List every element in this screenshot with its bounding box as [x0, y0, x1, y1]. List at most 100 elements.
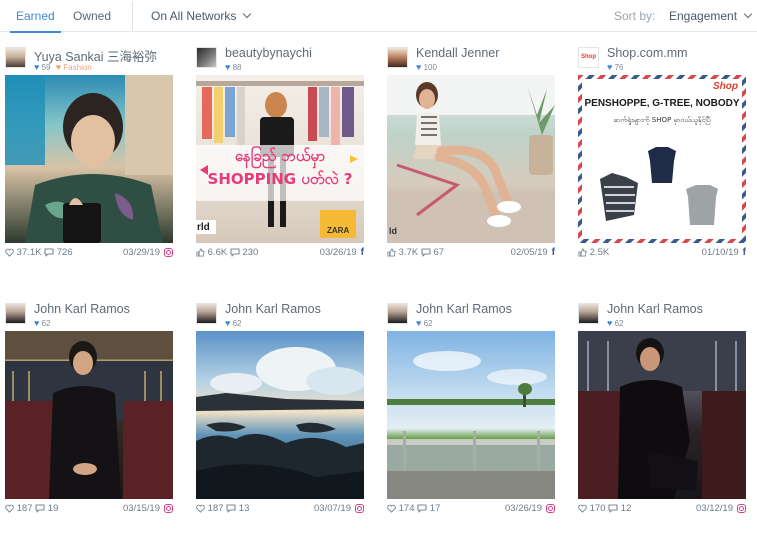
avatar[interactable] [196, 303, 217, 324]
heart-icon: ♥ [34, 62, 40, 72]
heart-icon: ♥ [416, 62, 422, 72]
heart-icon: ♥ [416, 318, 422, 328]
avatar[interactable]: Shop [578, 47, 599, 68]
category-tag: Fashion [63, 63, 92, 72]
corner-text: rld [197, 222, 210, 233]
heart-icon: ♥ [607, 318, 613, 328]
avatar[interactable] [5, 47, 26, 68]
like-count: 187 [207, 503, 224, 514]
post-subline: ဆက်ရှုံးများကို SHOP မှာဝယ်ယူနိုင်ပြီ [613, 116, 711, 124]
divider [132, 2, 133, 30]
post-image[interactable]: Shop PENSHOPPE, G-TREE, NOBODY ဆက်ရှုံးမ… [578, 75, 746, 243]
post-image[interactable]: ld [387, 75, 555, 243]
instagram-icon[interactable] [737, 503, 746, 513]
comment-count: 12 [620, 503, 632, 514]
facebook-icon[interactable]: f [361, 247, 364, 258]
author-meta: ♥ 59 ♥ Fashion [34, 62, 92, 72]
instagram-icon[interactable] [355, 503, 364, 513]
comment-icon [230, 248, 240, 257]
heart-icon: ♥ [225, 318, 231, 328]
shop-logo: Shop [713, 81, 738, 92]
follower-count: 62 [614, 319, 624, 328]
comment-count: 19 [47, 503, 59, 514]
sort-label: Sort by: [614, 9, 656, 23]
filter-bar: Earned Owned On All Networks Sort by: En… [0, 0, 757, 33]
post-date: 03/07/19 [314, 503, 351, 514]
author-meta: ♥ 62 [607, 318, 623, 328]
post-stats: 174 17 03/26/19 [387, 501, 555, 517]
post-image[interactable] [5, 75, 173, 243]
follower-count: 62 [423, 319, 433, 328]
post-image-art [578, 331, 746, 499]
author-name[interactable]: Shop.com.mm [607, 46, 688, 60]
avatar[interactable] [5, 303, 26, 324]
heart-outline-icon [5, 248, 14, 257]
avatar[interactable] [196, 47, 217, 68]
tab-owned[interactable]: Owned [73, 0, 111, 32]
comment-count: 230 [242, 247, 259, 258]
facebook-icon[interactable]: f [743, 247, 746, 258]
post-author: John Karl Ramos ♥ 62 [387, 301, 555, 329]
author-meta: ♥ 62 [225, 318, 241, 328]
author-meta: ♥ 88 [225, 62, 241, 72]
comment-icon [44, 248, 54, 257]
avatar-logo-text: Shop [581, 54, 596, 60]
post-image-art [196, 347, 364, 499]
heart-icon: ♥ [34, 318, 40, 328]
author-name[interactable]: John Karl Ramos [34, 302, 130, 316]
sort-value: Engagement [669, 9, 738, 23]
thumbs-up-icon [196, 248, 205, 257]
corner-text: ld [389, 226, 397, 236]
post-card[interactable]: Shop Shop.com.mm ♥ 76 Shop PENSHOPPE, G-… [578, 45, 746, 261]
heart-outline-icon [196, 504, 205, 513]
like-count: 174 [398, 503, 415, 514]
thumbs-up-icon [578, 248, 587, 257]
post-image-art [5, 331, 173, 499]
post-image[interactable]: နေခြည် ဘယ်မှာ SHOPPING ပတ်လဲ ? ZARA rld [196, 75, 364, 243]
avatar[interactable] [387, 47, 408, 68]
author-name[interactable]: John Karl Ramos [225, 302, 321, 316]
follower-count: 62 [41, 319, 51, 328]
post-date: 03/26/19 [505, 503, 542, 514]
post-date: 01/10/19 [701, 247, 739, 259]
author-meta: ♥ 62 [416, 318, 432, 328]
author-name[interactable]: John Karl Ramos [607, 302, 703, 316]
comment-icon [226, 504, 236, 513]
facebook-icon[interactable]: f [552, 247, 555, 258]
heart-icon: ♥ [607, 62, 613, 72]
network-filter-dropdown[interactable]: On All Networks [151, 0, 252, 32]
post-card[interactable]: beautybynaychi ♥ 88 နေခြည် ဘယ်မှာ SHOPPI… [196, 45, 364, 261]
post-card[interactable]: John Karl Ramos ♥ 62 187 19 03/15/19 [5, 301, 173, 517]
author-meta: ♥ 100 [416, 62, 437, 72]
post-card[interactable]: John Karl Ramos ♥ 62 174 17 03/26/19 [387, 301, 555, 517]
post-image[interactable] [387, 331, 555, 499]
post-card[interactable]: John Karl Ramos ♥ 62 187 13 03/07/19 [196, 301, 364, 517]
follower-count: 88 [232, 63, 242, 72]
post-image[interactable] [196, 331, 364, 499]
author-name[interactable]: beautybynaychi [225, 46, 312, 60]
author-name[interactable]: John Karl Ramos [416, 302, 512, 316]
instagram-icon[interactable] [164, 503, 173, 513]
instagram-icon[interactable] [546, 503, 555, 513]
post-image[interactable] [578, 331, 746, 499]
comment-count: 13 [238, 503, 250, 514]
avatar[interactable] [578, 303, 599, 324]
post-date: 03/26/19 [319, 247, 357, 259]
post-card[interactable]: Yuya Sankai 三海裕弥 ♥ 59 ♥ Fashion 37.1K 72… [5, 45, 173, 261]
instagram-icon[interactable] [164, 247, 173, 257]
post-author: Kendall Jenner ♥ 100 [387, 45, 555, 73]
tab-earned[interactable]: Earned [10, 0, 61, 33]
post-card[interactable]: Kendall Jenner ♥ 100 ld 3.7K 67 02/05/19… [387, 45, 555, 261]
post-stats: 2.5K 01/10/19 f [578, 245, 746, 261]
comment-icon [417, 504, 427, 513]
post-image[interactable] [5, 331, 173, 499]
heart-outline-icon [387, 504, 396, 513]
sort-dropdown[interactable]: Engagement [669, 0, 753, 32]
post-card[interactable]: John Karl Ramos ♥ 62 170 12 03/12/19 [578, 301, 746, 517]
like-count: 187 [16, 503, 33, 514]
author-meta: ♥ 62 [34, 318, 50, 328]
post-image-art [387, 351, 555, 499]
avatar[interactable] [387, 303, 408, 324]
author-name[interactable]: Kendall Jenner [416, 46, 499, 60]
follower-count: 100 [423, 63, 437, 72]
